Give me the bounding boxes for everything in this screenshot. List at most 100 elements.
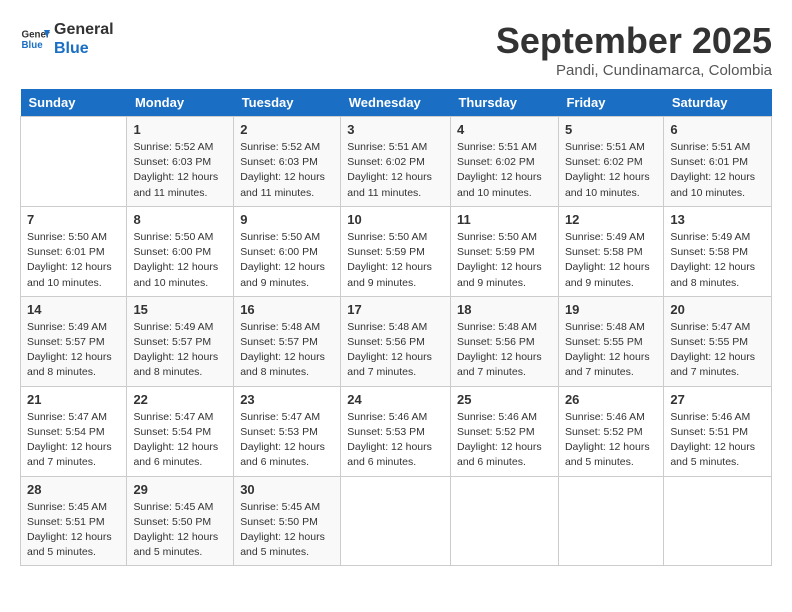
day-info: Sunrise: 5:47 AM Sunset: 5:54 PM Dayligh…	[27, 410, 120, 471]
day-info: Sunrise: 5:52 AM Sunset: 6:03 PM Dayligh…	[240, 140, 334, 201]
day-number: 11	[457, 212, 552, 227]
svg-text:Blue: Blue	[22, 40, 44, 51]
day-cell	[664, 476, 772, 566]
weekday-monday: Monday	[127, 89, 234, 117]
day-info: Sunrise: 5:48 AM Sunset: 5:55 PM Dayligh…	[565, 320, 657, 381]
day-number: 29	[133, 482, 227, 497]
day-number: 9	[240, 212, 334, 227]
calendar-body: 1 Sunrise: 5:52 AM Sunset: 6:03 PM Daylig…	[21, 117, 772, 566]
weekday-friday: Friday	[558, 89, 663, 117]
day-number: 27	[670, 392, 765, 407]
day-info: Sunrise: 5:49 AM Sunset: 5:58 PM Dayligh…	[670, 230, 765, 291]
day-info: Sunrise: 5:48 AM Sunset: 5:56 PM Dayligh…	[347, 320, 444, 381]
day-info: Sunrise: 5:50 AM Sunset: 5:59 PM Dayligh…	[457, 230, 552, 291]
day-info: Sunrise: 5:48 AM Sunset: 5:56 PM Dayligh…	[457, 320, 552, 381]
week-row-2: 7 Sunrise: 5:50 AM Sunset: 6:01 PM Daylig…	[21, 206, 772, 296]
day-number: 28	[27, 482, 120, 497]
day-cell	[341, 476, 451, 566]
day-info: Sunrise: 5:47 AM Sunset: 5:55 PM Dayligh…	[670, 320, 765, 381]
day-info: Sunrise: 5:45 AM Sunset: 5:51 PM Dayligh…	[27, 500, 120, 561]
day-cell: 11 Sunrise: 5:50 AM Sunset: 5:59 PM Dayli…	[450, 206, 558, 296]
day-cell: 28 Sunrise: 5:45 AM Sunset: 5:51 PM Dayli…	[21, 476, 127, 566]
day-cell: 7 Sunrise: 5:50 AM Sunset: 6:01 PM Daylig…	[21, 206, 127, 296]
week-row-4: 21 Sunrise: 5:47 AM Sunset: 5:54 PM Dayli…	[21, 386, 772, 476]
day-number: 2	[240, 122, 334, 137]
day-info: Sunrise: 5:51 AM Sunset: 6:02 PM Dayligh…	[565, 140, 657, 201]
day-cell: 1Sunrise: 5:52 AM Sunset: 6:03 PM Daylig…	[127, 117, 234, 207]
day-cell	[21, 117, 127, 207]
day-info: Sunrise: 5:49 AM Sunset: 5:58 PM Dayligh…	[565, 230, 657, 291]
day-number: 8	[133, 212, 227, 227]
logo: General Blue General Blue	[20, 20, 114, 58]
day-cell: 4 Sunrise: 5:51 AM Sunset: 6:02 PM Daylig…	[450, 117, 558, 207]
day-info: Sunrise: 5:46 AM Sunset: 5:52 PM Dayligh…	[565, 410, 657, 471]
location: Pandi, Cundinamarca, Colombia	[496, 62, 772, 79]
day-cell: 16 Sunrise: 5:48 AM Sunset: 5:57 PM Dayli…	[234, 296, 341, 386]
day-number: 12	[565, 212, 657, 227]
weekday-tuesday: Tuesday	[234, 89, 341, 117]
day-info: Sunrise: 5:51 AM Sunset: 6:02 PM Dayligh…	[457, 140, 552, 201]
logo-text-general: General	[54, 20, 114, 39]
week-row-5: 28 Sunrise: 5:45 AM Sunset: 5:51 PM Dayli…	[21, 476, 772, 566]
title-block: September 2025 Pandi, Cundinamarca, Colo…	[496, 20, 772, 79]
day-info: Sunrise: 5:50 AM Sunset: 6:01 PM Dayligh…	[27, 230, 120, 291]
day-cell: 2 Sunrise: 5:52 AM Sunset: 6:03 PM Daylig…	[234, 117, 341, 207]
day-number: 16	[240, 302, 334, 317]
day-info: Sunrise: 5:47 AM Sunset: 5:54 PM Dayligh…	[133, 410, 227, 471]
day-cell: 20Sunrise: 5:47 AM Sunset: 5:55 PM Dayli…	[664, 296, 772, 386]
day-number: 15	[133, 302, 227, 317]
week-row-1: 1 Sunrise: 5:52 AM Sunset: 6:03 PM Daylig…	[21, 117, 772, 207]
day-info: Sunrise: 5:48 AM Sunset: 5:57 PM Dayligh…	[240, 320, 334, 381]
day-number: 4	[457, 122, 552, 137]
day-cell: 6 Sunrise: 5:51 AM Sunset: 6:01 PM Daylig…	[664, 117, 772, 207]
day-number: 1	[133, 122, 227, 137]
day-cell: 22 Sunrise: 5:47 AM Sunset: 5:54 PM Dayli…	[127, 386, 234, 476]
day-cell	[558, 476, 663, 566]
day-cell: 23Sunrise: 5:47 AM Sunset: 5:53 PM Dayli…	[234, 386, 341, 476]
day-number: 13	[670, 212, 765, 227]
day-info: Sunrise: 5:45 AM Sunset: 5:50 PM Dayligh…	[133, 500, 227, 561]
day-info: Sunrise: 5:49 AM Sunset: 5:57 PM Dayligh…	[27, 320, 120, 381]
day-number: 5	[565, 122, 657, 137]
day-number: 18	[457, 302, 552, 317]
day-cell: 13 Sunrise: 5:49 AM Sunset: 5:58 PM Dayli…	[664, 206, 772, 296]
day-info: Sunrise: 5:46 AM Sunset: 5:53 PM Dayligh…	[347, 410, 444, 471]
day-number: 30	[240, 482, 334, 497]
day-cell: 27Sunrise: 5:46 AM Sunset: 5:51 PM Dayli…	[664, 386, 772, 476]
day-number: 10	[347, 212, 444, 227]
day-cell: 12 Sunrise: 5:49 AM Sunset: 5:58 PM Dayli…	[558, 206, 663, 296]
weekday-wednesday: Wednesday	[341, 89, 451, 117]
month-title: September 2025	[496, 20, 772, 62]
day-cell: 15 Sunrise: 5:49 AM Sunset: 5:57 PM Dayli…	[127, 296, 234, 386]
day-cell: 19Sunrise: 5:48 AM Sunset: 5:55 PM Dayli…	[558, 296, 663, 386]
day-number: 21	[27, 392, 120, 407]
day-number: 24	[347, 392, 444, 407]
day-number: 7	[27, 212, 120, 227]
day-info: Sunrise: 5:51 AM Sunset: 6:01 PM Dayligh…	[670, 140, 765, 201]
day-number: 22	[133, 392, 227, 407]
day-cell: 30Sunrise: 5:45 AM Sunset: 5:50 PM Dayli…	[234, 476, 341, 566]
weekday-thursday: Thursday	[450, 89, 558, 117]
day-number: 25	[457, 392, 552, 407]
day-info: Sunrise: 5:50 AM Sunset: 5:59 PM Dayligh…	[347, 230, 444, 291]
day-info: Sunrise: 5:49 AM Sunset: 5:57 PM Dayligh…	[133, 320, 227, 381]
day-number: 6	[670, 122, 765, 137]
day-number: 23	[240, 392, 334, 407]
day-cell: 14 Sunrise: 5:49 AM Sunset: 5:57 PM Dayli…	[21, 296, 127, 386]
page-header: General Blue General Blue September 2025…	[20, 20, 772, 79]
day-cell: 29 Sunrise: 5:45 AM Sunset: 5:50 PM Dayli…	[127, 476, 234, 566]
day-cell: 21 Sunrise: 5:47 AM Sunset: 5:54 PM Dayli…	[21, 386, 127, 476]
day-info: Sunrise: 5:50 AM Sunset: 6:00 PM Dayligh…	[133, 230, 227, 291]
day-cell: 26 Sunrise: 5:46 AM Sunset: 5:52 PM Dayli…	[558, 386, 663, 476]
day-cell: 17Sunrise: 5:48 AM Sunset: 5:56 PM Dayli…	[341, 296, 451, 386]
day-cell: 10 Sunrise: 5:50 AM Sunset: 5:59 PM Dayli…	[341, 206, 451, 296]
day-info: Sunrise: 5:46 AM Sunset: 5:52 PM Dayligh…	[457, 410, 552, 471]
day-info: Sunrise: 5:50 AM Sunset: 6:00 PM Dayligh…	[240, 230, 334, 291]
week-row-3: 14 Sunrise: 5:49 AM Sunset: 5:57 PM Dayli…	[21, 296, 772, 386]
day-number: 14	[27, 302, 120, 317]
day-number: 26	[565, 392, 657, 407]
logo-text-blue: Blue	[54, 39, 114, 58]
day-cell: 3Sunrise: 5:51 AM Sunset: 6:02 PM Daylig…	[341, 117, 451, 207]
logo-icon: General Blue	[20, 24, 50, 54]
calendar-table: SundayMondayTuesdayWednesdayThursdayFrid…	[20, 89, 772, 566]
